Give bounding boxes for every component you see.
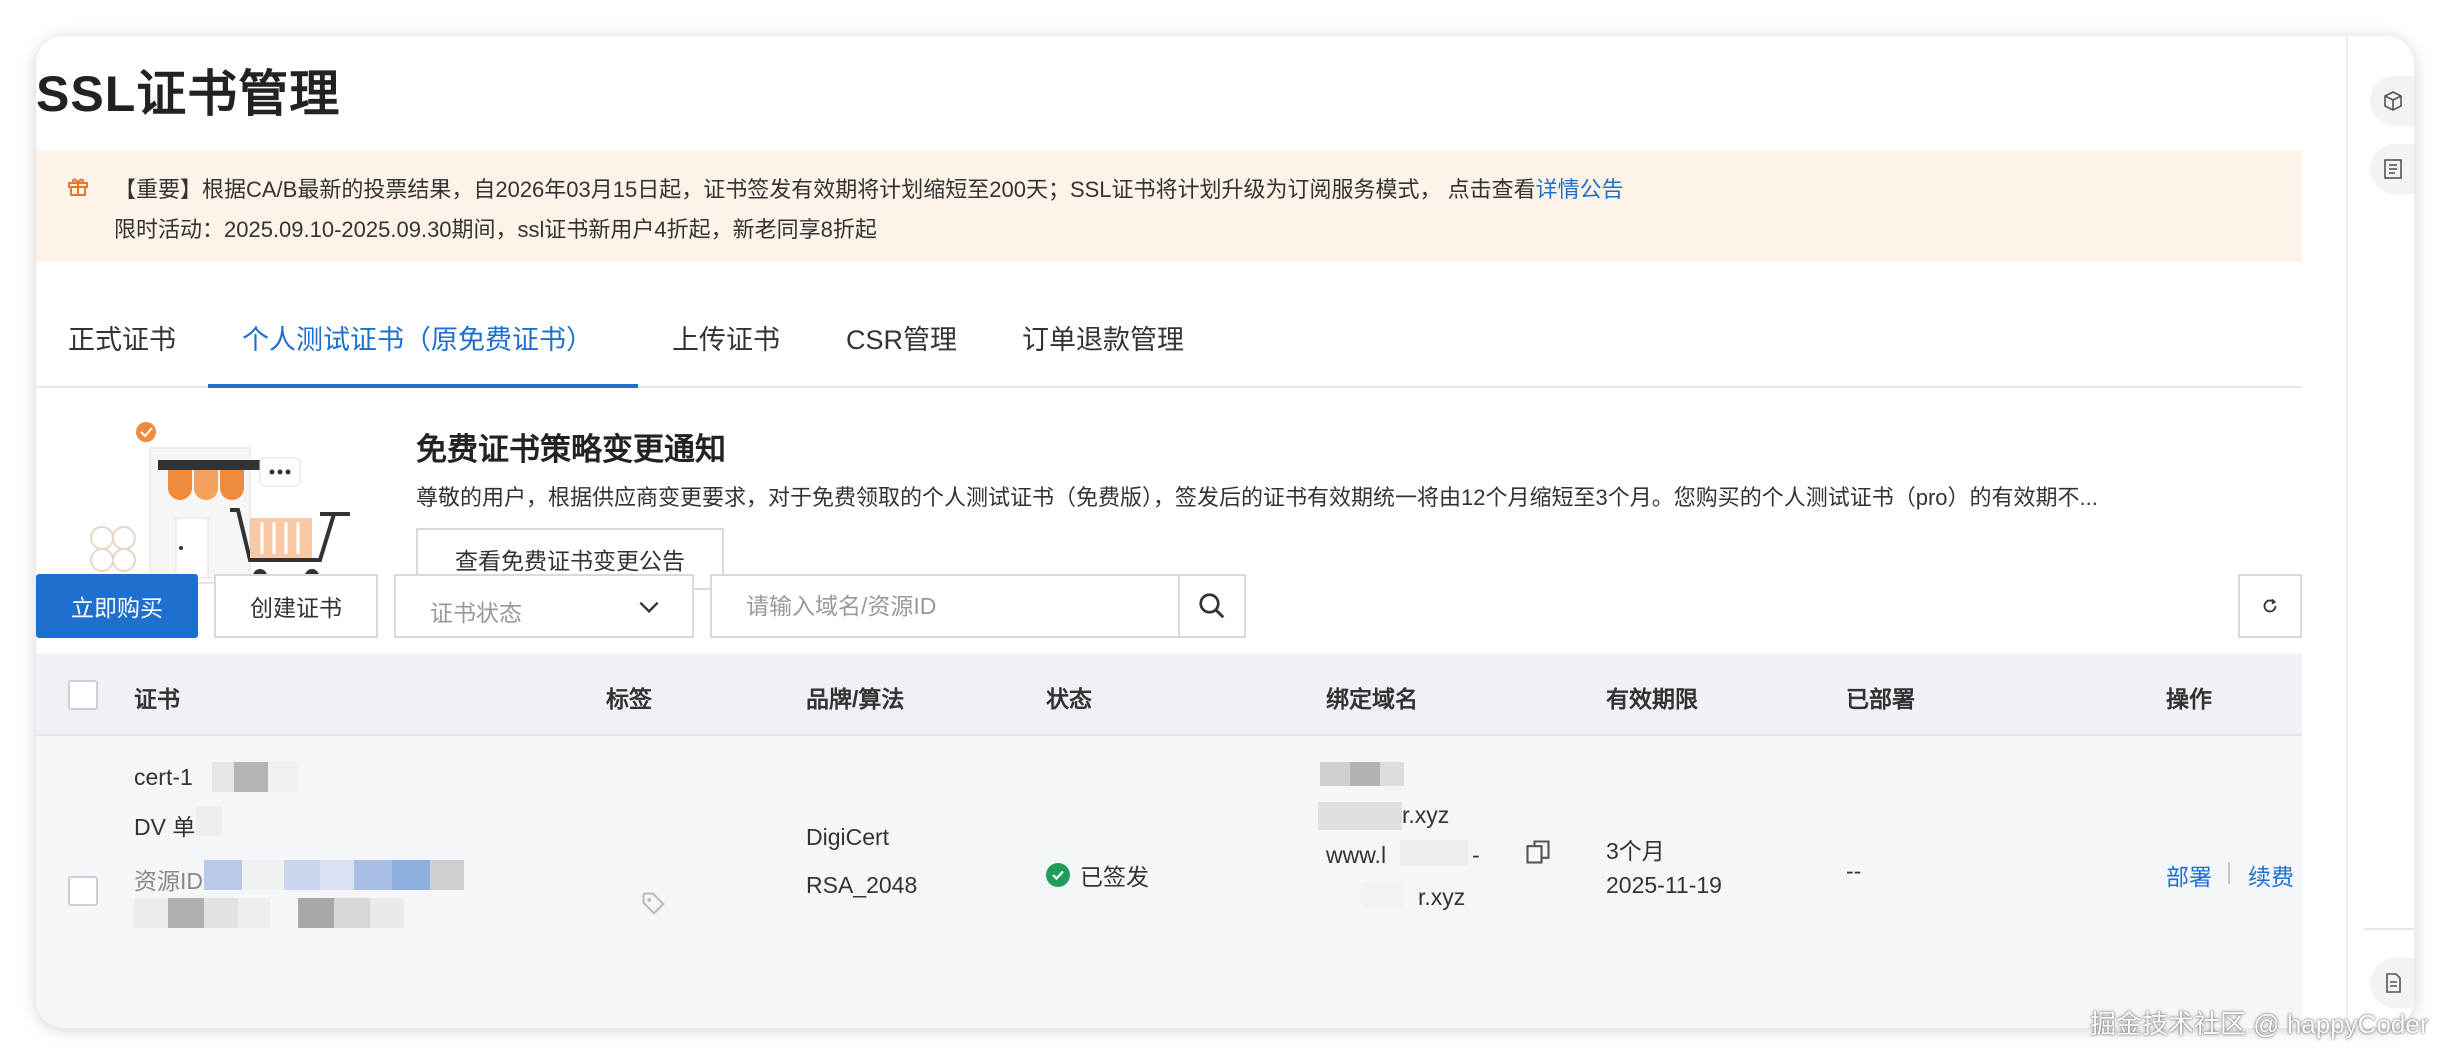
search-button[interactable] bbox=[1178, 576, 1244, 636]
rail-cube-button[interactable] bbox=[2370, 76, 2414, 126]
status-badge: 已签发 bbox=[1046, 858, 1149, 892]
table-row: cert-1 DV 单 资源ID DigiCert RSA_2048 已签发 r… bbox=[36, 736, 2302, 1028]
document-icon bbox=[2386, 973, 2401, 993]
promo-section: 免费证书策略变更通知 尊敬的用户，根据供应商变更要求，对于免费领取的个人测试证书… bbox=[36, 388, 2302, 602]
redacted-resource-id bbox=[204, 860, 464, 890]
tab-order-refund[interactable]: 订单退款管理 bbox=[1022, 318, 1184, 357]
deploy-link[interactable]: 部署 bbox=[2166, 858, 2212, 892]
refresh-button[interactable] bbox=[2238, 574, 2302, 638]
status-text: 已签发 bbox=[1080, 864, 1149, 890]
column-header-status: 状态 bbox=[1046, 686, 1092, 712]
promo-description: 尊敬的用户，根据供应商变更要求，对于免费领取的个人测试证书（免费版），签发后的证… bbox=[416, 485, 2098, 510]
column-header-deployed: 已部署 bbox=[1846, 686, 1915, 712]
toolbar: 立即购买 创建证书 证书状态 bbox=[36, 574, 2302, 638]
tab-csr-management[interactable]: CSR管理 bbox=[846, 318, 957, 357]
expiry-date: 2025-11-19 bbox=[1606, 872, 1722, 898]
cert-status-placeholder: 证书状态 bbox=[430, 600, 522, 626]
list-icon bbox=[2384, 159, 2402, 179]
search-box bbox=[710, 574, 1246, 638]
promo-title: 免费证书策略变更通知 bbox=[416, 432, 726, 467]
rail-document-button[interactable] bbox=[2370, 958, 2414, 1008]
redacted-domain-1 bbox=[1320, 762, 1404, 786]
gift-icon bbox=[68, 178, 88, 196]
action-divider bbox=[2228, 862, 2230, 884]
cube-icon bbox=[2384, 91, 2402, 111]
deployed-value: -- bbox=[1846, 858, 1862, 884]
search-input[interactable] bbox=[712, 576, 1182, 636]
tag-icon[interactable] bbox=[640, 890, 668, 918]
rail-divider bbox=[2364, 928, 2414, 930]
renew-link[interactable]: 续费 bbox=[2248, 858, 2294, 892]
column-header-tag: 标签 bbox=[606, 686, 652, 712]
column-header-actions: 操作 bbox=[2166, 686, 2212, 712]
tab-personal-test-cert[interactable]: 个人测试证书（原免费证书） bbox=[242, 318, 593, 357]
validity-period: 3个月 bbox=[1606, 838, 1665, 864]
resource-id-label: 资源ID bbox=[134, 868, 203, 894]
page-title: SSL证书管理 bbox=[36, 66, 341, 122]
column-header-domain: 绑定域名 bbox=[1326, 686, 1418, 712]
check-circle-icon bbox=[1046, 863, 1070, 887]
tab-bar: 正式证书 个人测试证书（原免费证书） 上传证书 CSR管理 订单退款管理 bbox=[36, 294, 2302, 388]
column-header-brand: 品牌/算法 bbox=[806, 686, 905, 712]
notice-details-link[interactable]: 详情公告 bbox=[1536, 177, 1624, 202]
notice-line-2: 限时活动：2025.09.10-2025.09.30期间，ssl证书新用户4折起… bbox=[114, 217, 877, 242]
domain-line-2: www.l bbox=[1326, 842, 1387, 868]
domain-line-3: r.xyz bbox=[1418, 884, 1466, 910]
algorithm: RSA_2048 bbox=[806, 872, 918, 898]
brand-name: DigiCert bbox=[806, 824, 890, 850]
cert-status-select[interactable]: 证书状态 bbox=[394, 574, 694, 638]
notice-banner: 【重要】根据CA/B最新的投票结果，自2026年03月15日起，证书签发有效期将… bbox=[36, 150, 2302, 262]
copy-icon[interactable] bbox=[1524, 838, 1552, 866]
refresh-icon bbox=[2263, 598, 2277, 613]
notice-line-1: 【重要】根据CA/B最新的投票结果，自2026年03月15日起，证书签发有效期将… bbox=[114, 172, 1624, 204]
right-rail bbox=[2346, 36, 2414, 1028]
table-header: 证书 标签 品牌/算法 状态 绑定域名 有效期限 已部署 操作 bbox=[36, 654, 2302, 736]
redacted-cert-type bbox=[196, 806, 222, 836]
create-cert-button[interactable]: 创建证书 bbox=[214, 574, 378, 638]
domain-line-2-suffix: - bbox=[1472, 842, 1480, 868]
redacted-cert-name bbox=[212, 762, 298, 792]
row-checkbox[interactable] bbox=[68, 876, 98, 906]
domain-line-1: r.xyz bbox=[1402, 802, 1450, 828]
select-all-checkbox[interactable] bbox=[68, 680, 98, 710]
cert-name[interactable]: cert-1 bbox=[134, 764, 193, 791]
redacted-domain-3 bbox=[1400, 840, 1468, 866]
rail-list-button[interactable] bbox=[2370, 144, 2414, 194]
redacted-resource-id-2 bbox=[134, 898, 404, 928]
redacted-domain-4 bbox=[1362, 882, 1402, 908]
column-header-cert: 证书 bbox=[134, 686, 180, 712]
main-content: SSL证书管理 【重要】根据CA/B最新的投票结果，自2026年03月15日起，… bbox=[36, 36, 2346, 1028]
cert-table: 证书 标签 品牌/算法 状态 绑定域名 有效期限 已部署 操作 cert-1 D… bbox=[36, 654, 2302, 1028]
buy-now-button[interactable]: 立即购买 bbox=[36, 574, 198, 638]
tab-formal-cert[interactable]: 正式证书 bbox=[68, 318, 176, 357]
redacted-domain-2 bbox=[1318, 802, 1402, 830]
column-header-validity: 有效期限 bbox=[1606, 686, 1698, 712]
notice-text-1: 【重要】根据CA/B最新的投票结果，自2026年03月15日起，证书签发有效期将… bbox=[114, 177, 1536, 202]
chevron-down-icon bbox=[639, 601, 659, 614]
tab-upload-cert[interactable]: 上传证书 bbox=[672, 318, 780, 357]
search-icon bbox=[1199, 593, 1225, 619]
app-window: SSL证书管理 【重要】根据CA/B最新的投票结果，自2026年03月15日起，… bbox=[36, 36, 2414, 1028]
cert-type: DV 单 bbox=[134, 814, 196, 840]
watermark: 掘金技术社区 @ happyCoder bbox=[2090, 1009, 2429, 1039]
shop-cart-illustration bbox=[90, 422, 350, 584]
